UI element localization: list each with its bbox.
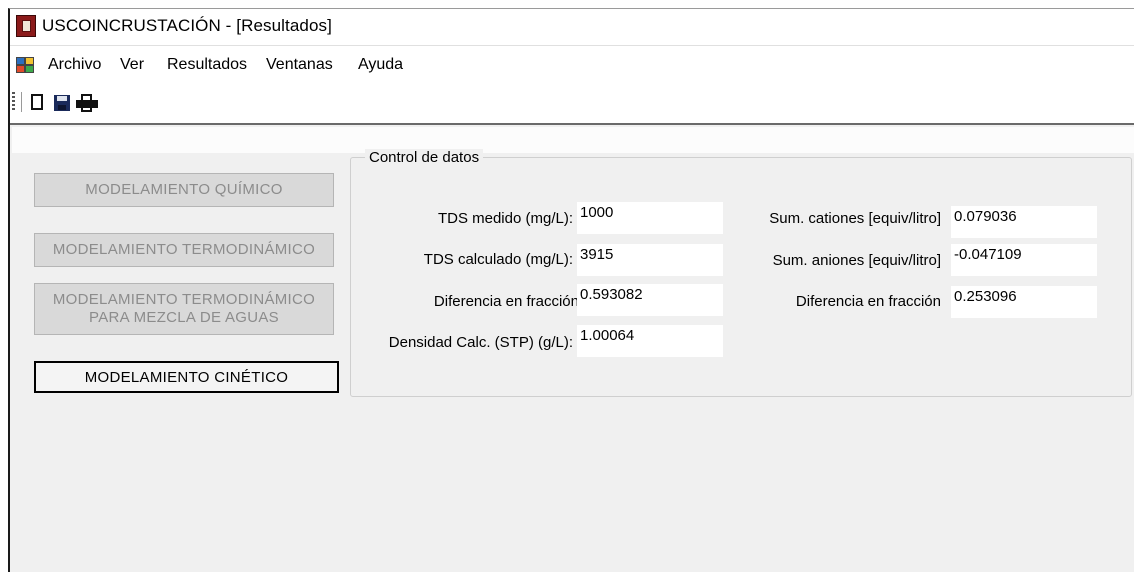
btn-modelamiento-termodinamico-label: MODELAMIENTO TERMODINÁMICO [52,241,316,258]
field-diferencia-fraccion-left[interactable]: 0.593082 [577,284,723,316]
field-diferencia-fraccion-right[interactable]: 0.253096 [951,286,1097,318]
field-sum-cationes[interactable]: 0.079036 [951,206,1097,238]
menu-archivo[interactable]: Archivo [48,56,101,74]
field-densidad-calc[interactable]: 1.00064 [577,325,723,357]
print-icon[interactable] [76,93,98,113]
field-sum-aniones[interactable]: -0.047109 [951,244,1097,276]
title-bar[interactable]: USCOINCRUSTACIÓN - [Resultados] [10,9,1134,46]
btn-modelamiento-cinetico[interactable]: MODELAMIENTO CINÉTICO [34,361,339,393]
new-document-icon[interactable] [28,93,48,113]
mdi-window-icon[interactable] [16,57,34,73]
btn-modelamiento-cinetico-label: MODELAMIENTO CINÉTICO [84,369,289,386]
app-icon[interactable] [16,15,36,37]
label-sum-aniones: Sum. aniones [equiv/litro] [772,252,941,269]
label-sum-cationes: Sum. cationes [equiv/litro] [769,210,941,227]
label-diferencia-fraccion-right: Diferencia en fracción [795,293,941,310]
btn-modelamiento-quimico[interactable]: MODELAMIENTO QUÍMICO [34,173,334,207]
btn-modelamiento-mezcla-label-2: PARA MEZCLA DE AGUAS [89,309,279,326]
results-panel: MODELAMIENTO QUÍMICO MODELAMIENTO TERMOD… [10,123,1134,572]
label-tds-calculado: TDS calculado (mg/L): [423,251,573,268]
menu-ver[interactable]: Ver [120,56,144,74]
menu-ayuda[interactable]: Ayuda [358,56,403,74]
menu-bar: Archivo Ver Resultados Ventanas Ayuda [10,53,1134,81]
menu-resultados[interactable]: Resultados [167,56,247,74]
btn-modelamiento-mezcla[interactable]: MODELAMIENTO TERMODINÁMICO PARA MEZCLA D… [34,283,334,335]
app-window: USCOINCRUSTACIÓN - [Resultados] Archivo … [8,8,1134,572]
toolbar-separator [21,92,22,112]
label-tds-medido: TDS medido (mg/L): [437,210,573,227]
field-tds-medido[interactable]: 1000 [577,202,723,234]
label-densidad-calc: Densidad Calc. (STP) (g/L): [388,334,573,351]
btn-modelamiento-termodinamico[interactable]: MODELAMIENTO TERMODINÁMICO [34,233,334,267]
panel-header-strip [12,127,1134,153]
btn-modelamiento-mezcla-label-1: MODELAMIENTO TERMODINÁMICO [52,291,316,308]
btn-modelamiento-quimico-label: MODELAMIENTO QUÍMICO [85,181,283,198]
save-icon[interactable] [52,93,72,113]
field-tds-calculado[interactable]: 3915 [577,244,723,276]
toolbar [10,89,1134,119]
group-title: Control de datos [365,149,484,166]
window-title: USCOINCRUSTACIÓN - [Resultados] [42,16,332,35]
menu-ventanas[interactable]: Ventanas [266,56,333,74]
label-diferencia-fraccion-left: Diferencia en fracción [433,293,579,310]
control-de-datos-group: Control de datos TDS medido (mg/L): 1000… [350,149,1132,397]
toolbar-grip[interactable] [12,92,15,112]
